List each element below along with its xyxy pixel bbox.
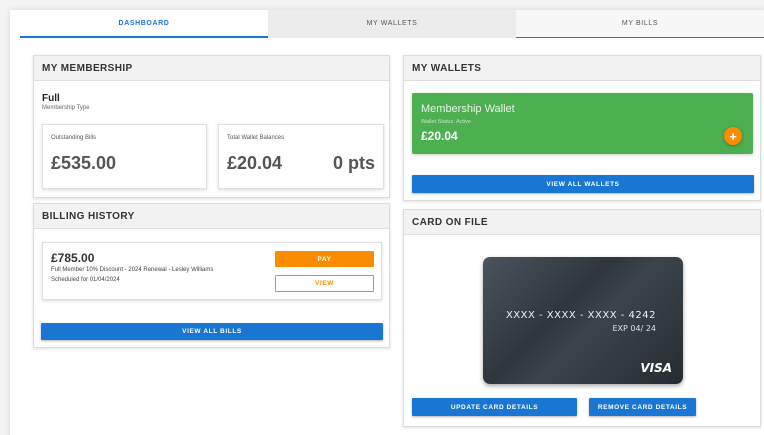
wallets-title: MY WALLETS bbox=[404, 56, 760, 81]
visa-logo-icon: VISA bbox=[640, 361, 672, 375]
membership-wallet-card[interactable]: Membership Wallet Wallet Status: Active … bbox=[412, 93, 753, 154]
wallet-balances-label: Total Wallet Balances bbox=[227, 135, 285, 141]
wallet-status: Wallet Status: Active bbox=[421, 119, 471, 125]
membership-title: MY MEMBERSHIP bbox=[34, 56, 389, 81]
plus-icon[interactable]: + bbox=[724, 127, 742, 145]
wallet-name: Membership Wallet bbox=[421, 103, 515, 115]
wallet-balances-card: Total Wallet Balances £20.04 0 pts bbox=[218, 124, 384, 189]
bill-card: £785.00 Full Member 10% Discount - 2024 … bbox=[42, 242, 382, 300]
billing-history-panel: BILLING HISTORY £785.00 Full Member 10% … bbox=[33, 203, 390, 348]
wallets-panel: MY WALLETS Membership Wallet Wallet Stat… bbox=[403, 55, 761, 201]
tab-dashboard[interactable]: DASHBOARD bbox=[20, 10, 268, 38]
view-bill-button[interactable]: VIEW bbox=[275, 275, 374, 292]
bill-amount: £785.00 bbox=[51, 251, 95, 265]
remove-card-button[interactable]: REMOVE CARD DETAILS bbox=[589, 398, 696, 416]
tab-bar: DASHBOARD MY WALLETS MY BILLS bbox=[20, 10, 764, 38]
card-on-file-panel: CARD ON FILE XXXX - XXXX - XXXX - 4242 E… bbox=[403, 209, 761, 427]
view-all-bills-button[interactable]: VIEW ALL BILLS bbox=[41, 323, 383, 340]
membership-type-label: Membership Type bbox=[42, 105, 90, 111]
card-expiry: EXP 04/ 24 bbox=[612, 324, 657, 333]
tab-my-bills[interactable]: MY BILLS bbox=[516, 10, 764, 38]
points-value: 0 pts bbox=[332, 153, 375, 173]
pay-button[interactable]: PAY bbox=[275, 251, 374, 267]
billing-history-title: BILLING HISTORY bbox=[34, 204, 389, 229]
tab-my-wallets[interactable]: MY WALLETS bbox=[268, 10, 516, 38]
wallet-balances-value: £20.04 bbox=[227, 153, 283, 173]
update-card-button[interactable]: UPDATE CARD DETAILS bbox=[412, 398, 577, 416]
credit-card: XXXX - XXXX - XXXX - 4242 EXP 04/ 24 VIS… bbox=[483, 257, 683, 384]
outstanding-bills-value: £535.00 bbox=[51, 153, 117, 173]
card-number: XXXX - XXXX - XXXX - 4242 bbox=[505, 310, 656, 321]
wallet-balance: £20.04 bbox=[421, 129, 458, 143]
outstanding-bills-card: Outstanding Bills £535.00 bbox=[42, 124, 207, 189]
outstanding-bills-label: Outstanding Bills bbox=[51, 135, 97, 141]
membership-panel: MY MEMBERSHIP Full Membership Type Outst… bbox=[33, 55, 390, 198]
page-background: DASHBOARD MY WALLETS MY BILLS MY MEMBERS… bbox=[0, 0, 764, 435]
view-all-wallets-button[interactable]: VIEW ALL WALLETS bbox=[412, 175, 754, 193]
membership-type-value: Full bbox=[42, 93, 60, 104]
bill-scheduled-date: Scheduled for 01/04/2024 bbox=[51, 277, 120, 283]
bill-description: Full Member 10% Discount - 2024 Renewal … bbox=[51, 267, 214, 273]
card-on-file-title: CARD ON FILE bbox=[404, 210, 760, 235]
